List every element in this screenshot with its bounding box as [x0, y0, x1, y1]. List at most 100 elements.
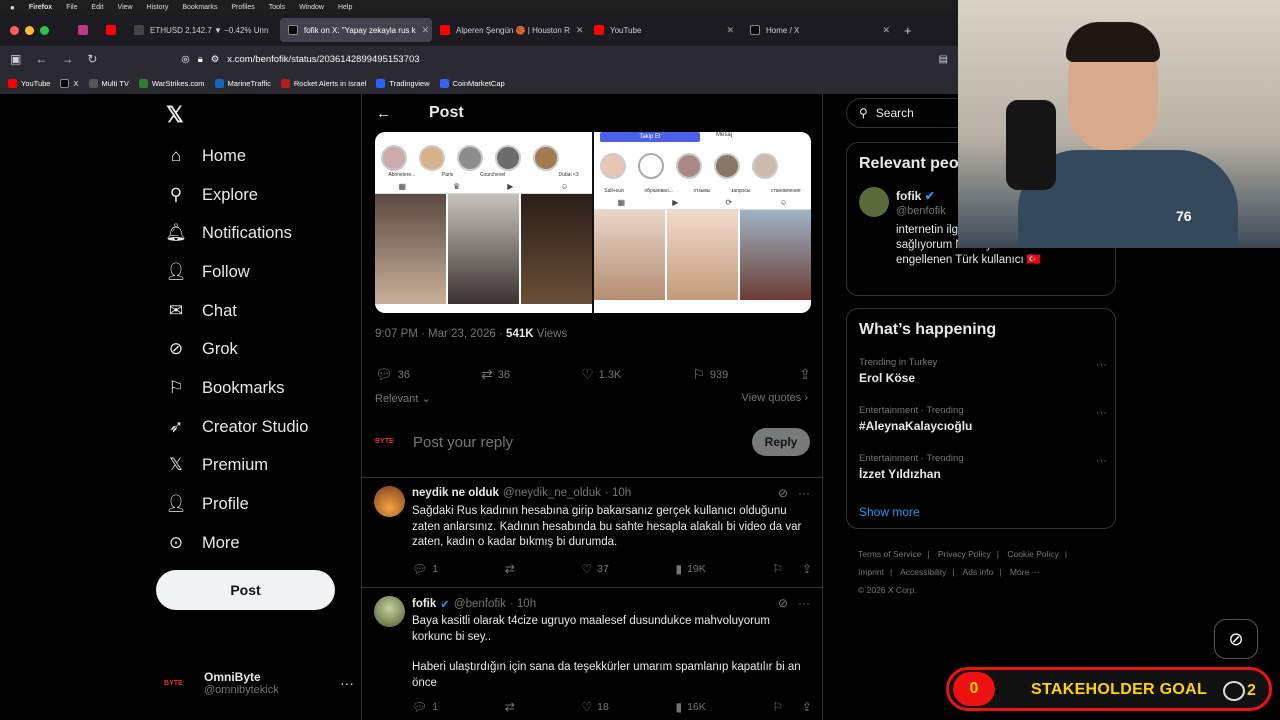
reply-input[interactable]: Post your reply — [413, 434, 513, 451]
views-action[interactable]: ▮ 16K — [675, 700, 705, 714]
reply-action[interactable]: 💬︎ 36 — [375, 366, 410, 383]
footer-link[interactable]: Ads info — [963, 567, 994, 577]
reply-button[interactable]: Reply — [752, 428, 810, 456]
trend-item[interactable]: Trending in Turkey Erol Köse ··· — [859, 357, 1107, 385]
post-media[interactable]: Abonelere... Paris Courchevel Dubai <3 ▦… — [375, 132, 811, 313]
menu-profiles[interactable]: Profiles — [231, 4, 254, 11]
avatar[interactable] — [374, 486, 405, 517]
reply-author-name[interactable]: fofik — [412, 598, 436, 610]
tab-fofik-post[interactable]: fofik on X: "Yapay zekayla rus k ✕ — [280, 18, 432, 42]
reply-author-handle[interactable]: @neydik_ne_olduk — [503, 487, 601, 499]
close-tab-icon[interactable]: ✕ — [422, 25, 430, 36]
bookmark-multitv[interactable]: Multi TV — [88, 78, 129, 88]
reply-action[interactable]: 💬︎ 1 — [412, 700, 438, 714]
avatar[interactable] — [859, 187, 889, 217]
permissions-icon[interactable]: ⚙ — [211, 54, 220, 65]
highlight-circle[interactable] — [714, 153, 740, 179]
bookmark-youtube[interactable]: YouTube — [8, 78, 50, 88]
highlight-circle[interactable] — [752, 153, 778, 179]
footer-link[interactable]: Privacy Policy — [938, 549, 991, 559]
nav-chat[interactable]: ✉ Chat — [166, 301, 237, 321]
reply-item[interactable]: fofik ✔ @benfofik · 10h ⊘ ··· Baya kasitl… — [362, 588, 822, 720]
bookmark-coinmarketcap[interactable]: CoinMarketCap — [439, 78, 505, 88]
nav-home[interactable]: ⌂ Home — [166, 146, 246, 166]
back-icon[interactable]: ← — [35, 52, 47, 66]
highlight-circle[interactable] — [533, 145, 559, 171]
repost-action[interactable]: ⇄ — [505, 562, 515, 576]
nav-creator-studio[interactable]: ➶ Creator Studio — [166, 417, 309, 437]
views-action[interactable]: ▮ 19K — [675, 562, 705, 576]
nav-bookmarks[interactable]: ⚐ Bookmarks — [166, 378, 284, 398]
nav-more[interactable]: ⊙ More — [166, 533, 240, 553]
bookmark-marinetraffic[interactable]: MarineTraffic — [214, 78, 271, 88]
zoom-window-button[interactable] — [40, 25, 49, 35]
highlight-circle[interactable] — [495, 145, 521, 171]
tracking-shield-icon[interactable]: ◎ — [181, 54, 189, 65]
close-tab-icon[interactable]: ✕ — [726, 25, 734, 36]
more-options-icon[interactable]: ··· — [1096, 359, 1107, 371]
bookmark-action[interactable]: ⚐ 939 — [692, 366, 728, 383]
bookmark-x[interactable]: X — [60, 78, 79, 88]
more-options-icon[interactable]: ··· — [798, 486, 810, 500]
tab-youtube[interactable]: YouTube ✕ — [586, 18, 742, 42]
reply-action[interactable]: 💬︎ 1 — [412, 562, 438, 576]
repost-action[interactable]: ⇄ 36 — [481, 366, 510, 383]
more-options-icon[interactable]: ··· — [1096, 455, 1107, 467]
highlight-circle[interactable] — [676, 153, 702, 179]
tab-tradingview[interactable]: ETHUSD 2,142.7 ▼ −0.42% Unn — [126, 18, 280, 42]
footer-link[interactable]: Accessibility — [900, 567, 946, 577]
reply-item[interactable]: neydik ne olduk @neydik_ne_olduk · 10h ⊘… — [362, 478, 822, 588]
menu-file[interactable]: File — [66, 4, 77, 11]
address-bar[interactable]: ◎ 🔒︎ ⚙ x.com/benfofik/status/20361428994… — [181, 54, 419, 65]
tab-home-x[interactable]: Home / X ✕ — [742, 18, 898, 42]
like-action[interactable]: ♡ 18 — [581, 700, 608, 714]
highlight-circle[interactable] — [419, 145, 445, 171]
trend-item[interactable]: Entertainment · Trending İzzet Yıldızhan… — [859, 453, 1107, 481]
grok-floating-button[interactable]: ⊘ — [1214, 619, 1258, 659]
nav-profile[interactable]: 👤︎ Profile — [165, 494, 249, 514]
minimize-window-button[interactable] — [25, 25, 34, 35]
x-logo-icon[interactable]: 𝕏 — [166, 102, 184, 128]
nav-notifications[interactable]: 🔔︎ Notifications — [165, 223, 292, 243]
account-switcher[interactable]: BYTE OmniByte @omnibytekick ··· — [164, 670, 354, 696]
reader-view-icon[interactable]: ▤ — [939, 54, 948, 65]
menu-edit[interactable]: Edit — [91, 4, 103, 11]
bookmark-tradingview[interactable]: Tradingview — [376, 78, 430, 88]
apple-icon[interactable]: ● — [10, 3, 15, 12]
reload-icon[interactable]: ↻ — [87, 52, 97, 66]
close-tab-icon[interactable]: ✕ — [576, 25, 584, 36]
back-arrow-icon[interactable]: ← — [376, 105, 391, 122]
nav-explore[interactable]: ⚲ Explore — [166, 185, 258, 205]
nav-premium[interactable]: 𝕏 Premium — [166, 455, 268, 475]
highlight-circle[interactable] — [600, 153, 626, 179]
bookmark-icon[interactable]: ⚐ — [772, 562, 783, 576]
post-button[interactable]: Post — [156, 570, 335, 610]
close-tab-icon[interactable]: ✕ — [882, 25, 890, 36]
reply-author-name[interactable]: neydik ne olduk — [412, 487, 499, 499]
tab-alperen[interactable]: Alperen Şengün 🏀 | Houston R ✕ — [432, 18, 586, 42]
like-action[interactable]: ♡ 37 — [581, 562, 608, 576]
menu-history[interactable]: History — [147, 4, 169, 11]
avatar[interactable] — [374, 596, 405, 627]
grok-icon[interactable]: ⊘ — [778, 596, 788, 610]
tab-instagram[interactable] — [70, 18, 98, 42]
menu-window[interactable]: Window — [299, 4, 324, 11]
menu-bookmarks[interactable]: Bookmarks — [182, 4, 217, 11]
reply-author-handle[interactable]: @benfofik — [454, 598, 506, 610]
menu-view[interactable]: View — [118, 4, 133, 11]
bookmark-icon[interactable]: ⚐ — [772, 700, 783, 714]
more-options-icon[interactable]: ··· — [798, 596, 810, 610]
menu-tools[interactable]: Tools — [269, 4, 285, 11]
bookmark-warstrikes[interactable]: WarStrikes.com — [138, 78, 205, 88]
bookmark-rocket-alerts[interactable]: Rocket Alerts in Israel — [280, 78, 366, 88]
media-image-right[interactable]: Takip Et Mesaj Salt+sun образован... отз… — [594, 132, 811, 313]
footer-link[interactable]: Cookie Policy — [1007, 549, 1059, 559]
sidebar-toggle-icon[interactable]: ▣ — [10, 52, 21, 66]
person-name[interactable]: fofik ✔ — [896, 189, 935, 203]
show-more-link[interactable]: Show more — [859, 505, 920, 519]
menu-help[interactable]: Help — [338, 4, 352, 11]
highlight-circle[interactable] — [457, 145, 483, 171]
media-image-left[interactable]: Abonelere... Paris Courchevel Dubai <3 ▦… — [375, 132, 592, 313]
forward-icon[interactable]: → — [61, 52, 73, 66]
share-icon[interactable]: ⇪ — [802, 562, 812, 576]
